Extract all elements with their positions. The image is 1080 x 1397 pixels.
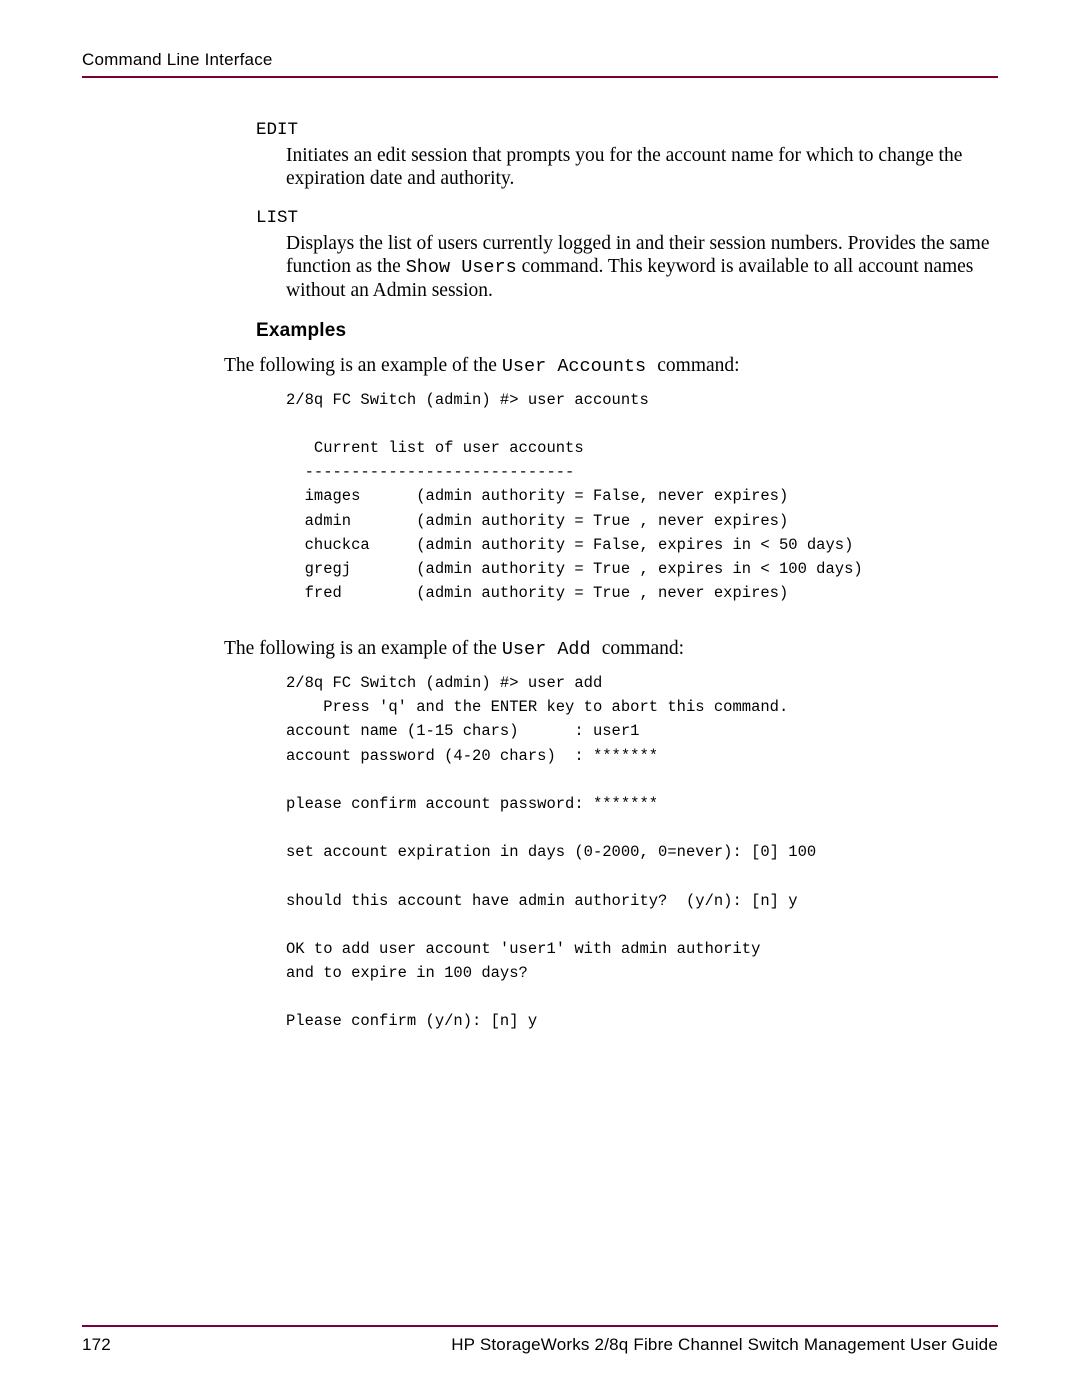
example2-intro-suffix: command: <box>602 638 684 659</box>
example2-intro: The following is an example of the User … <box>224 637 998 661</box>
example1-intro: The following is an example of the User … <box>224 354 998 378</box>
page-header: Command Line Interface <box>82 50 998 78</box>
example1-intro-code: User Accounts <box>502 356 657 377</box>
keyword-edit-block: EDIT Initiates an edit session that prom… <box>256 120 998 190</box>
page-container: Command Line Interface EDIT Initiates an… <box>0 0 1080 1397</box>
header-section-title: Command Line Interface <box>82 50 998 70</box>
example2-intro-prefix: The following is an example of the <box>224 638 502 659</box>
footer-doc-title: HP StorageWorks 2/8q Fibre Channel Switc… <box>451 1335 998 1355</box>
keyword-list-desc: Displays the list of users currently log… <box>256 232 998 302</box>
keyword-list-block: LIST Displays the list of users currentl… <box>256 208 998 302</box>
example2-intro-code: User Add <box>502 639 602 660</box>
content-area: EDIT Initiates an edit session that prom… <box>82 78 998 1034</box>
keyword-list-desc-code: Show Users <box>406 257 517 278</box>
example1-intro-prefix: The following is an example of the <box>224 355 502 376</box>
keyword-list-term: LIST <box>256 208 998 228</box>
keyword-edit-term: EDIT <box>256 120 998 140</box>
keyword-edit-desc: Initiates an edit session that prompts y… <box>256 144 998 190</box>
example2-code: 2/8q FC Switch (admin) #> user add Press… <box>256 671 998 1034</box>
footer-row: 172 HP StorageWorks 2/8q Fibre Channel S… <box>82 1335 998 1355</box>
example1-intro-suffix: command: <box>657 355 739 376</box>
page-footer: 172 HP StorageWorks 2/8q Fibre Channel S… <box>82 1325 998 1355</box>
footer-rule <box>82 1325 998 1327</box>
example1-code: 2/8q FC Switch (admin) #> user accounts … <box>256 388 998 606</box>
footer-page-number: 172 <box>82 1335 111 1355</box>
examples-heading: Examples <box>256 320 998 342</box>
